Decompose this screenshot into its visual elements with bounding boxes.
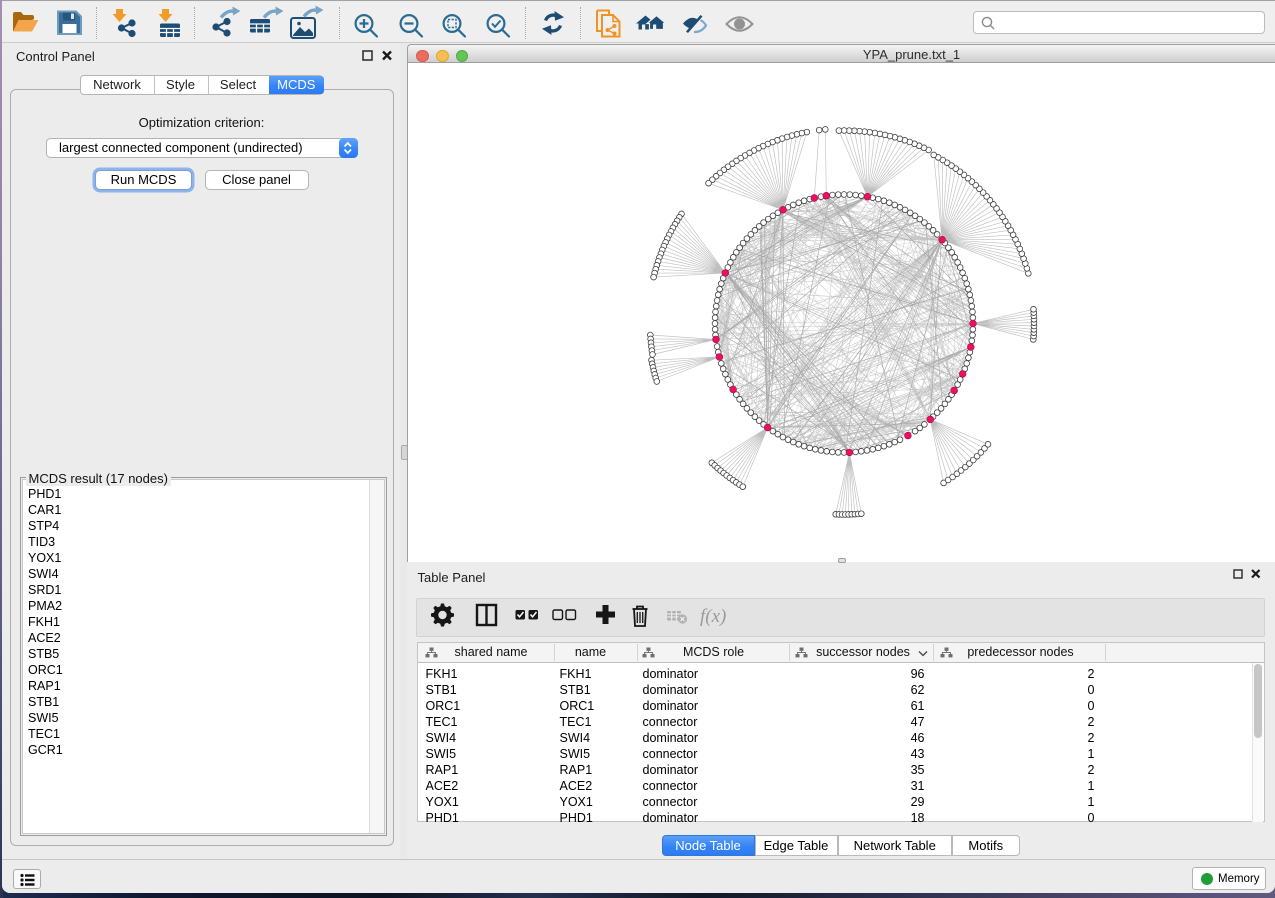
svg-text:f(x): f(x) [700,606,726,627]
